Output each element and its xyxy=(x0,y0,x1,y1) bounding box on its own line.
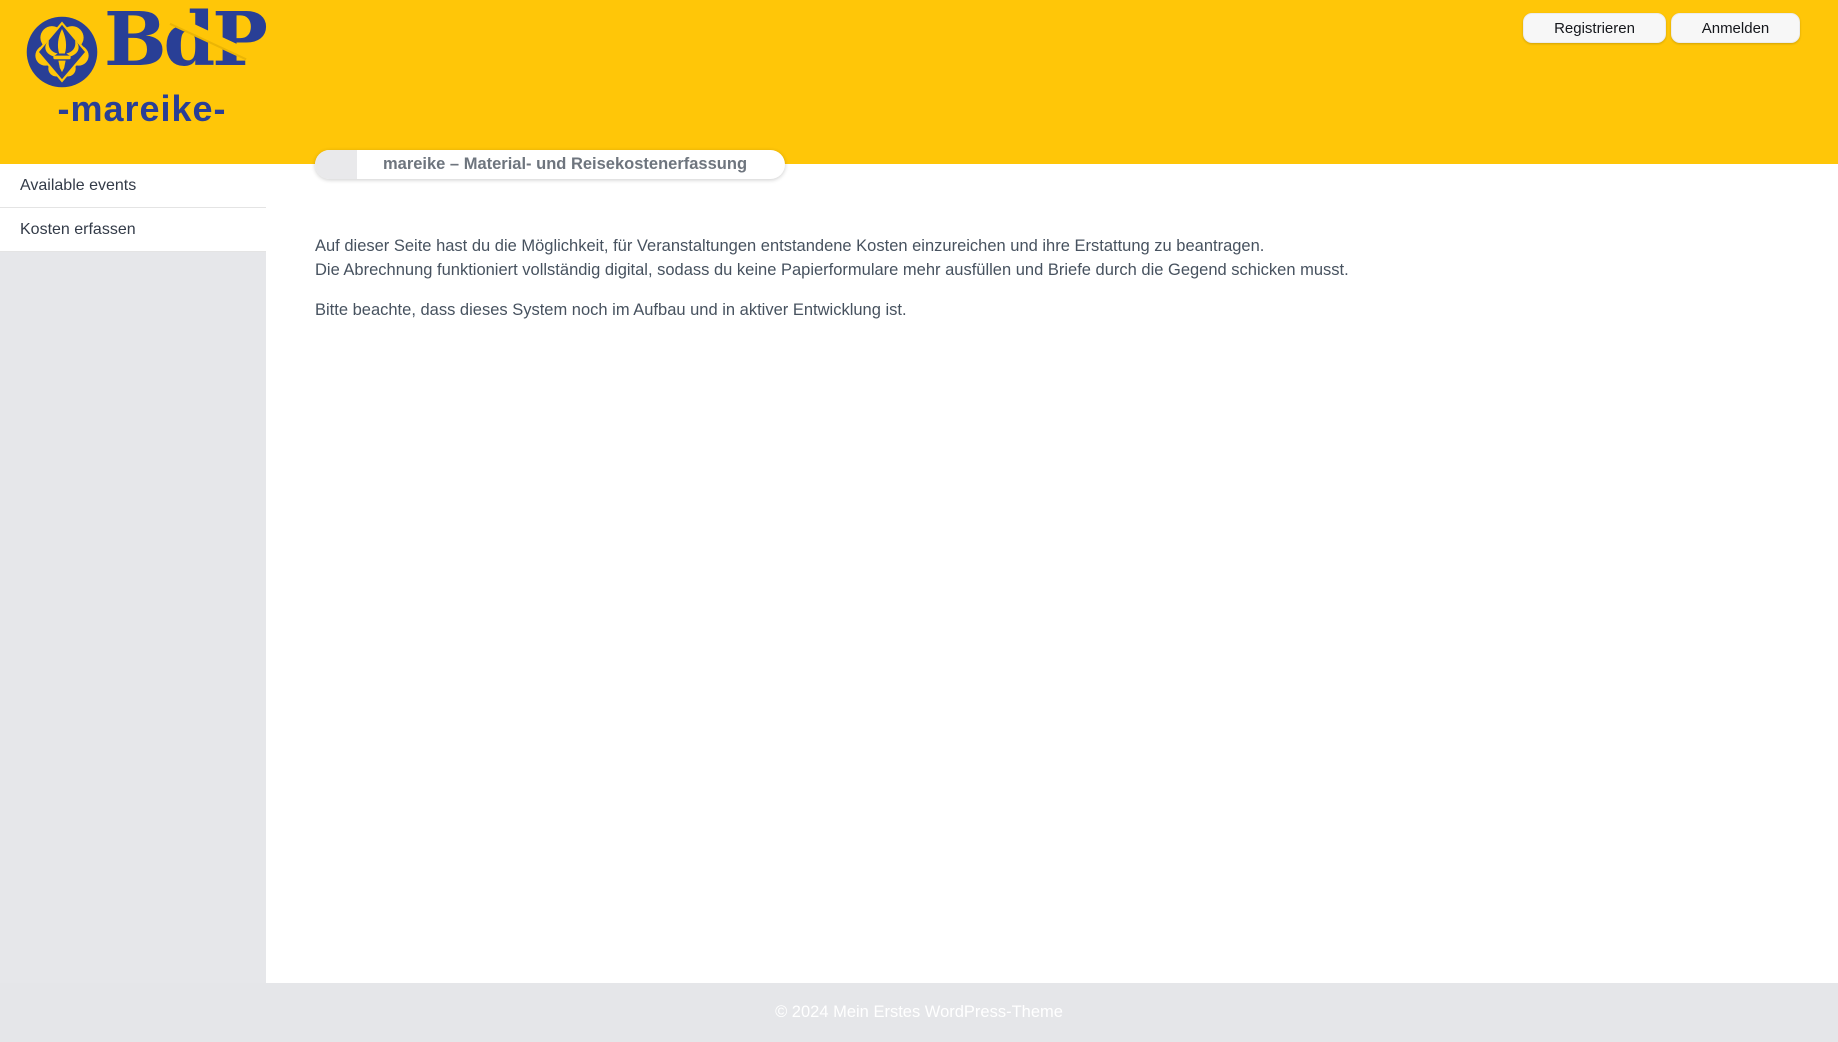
notice-paragraph: Bitte beachte, dass dieses System noch i… xyxy=(315,298,1349,322)
page-title-tab: mareike – Material- und Reisekostenerfas… xyxy=(315,150,785,179)
intro-line-2: Die Abrechnung funktioniert vollständig … xyxy=(315,258,1349,282)
bdp-emblem-icon xyxy=(26,16,98,93)
copyright-text: © 2024 Mein Erstes WordPress-Theme xyxy=(775,1003,1063,1022)
login-button[interactable]: Anmelden xyxy=(1671,13,1800,43)
sidebar-item-label: Available events xyxy=(20,177,136,195)
sidebar-item-label: Kosten erfassen xyxy=(20,221,136,239)
page-title: mareike – Material- und Reisekostenerfas… xyxy=(357,155,785,174)
app-header: BdP -mareike- Registrieren Anmelden xyxy=(0,0,1838,164)
sidebar: Available events Kosten erfassen xyxy=(0,164,266,983)
page-body-text: Auf dieser Seite hast du die Möglichkeit… xyxy=(315,234,1349,322)
sidebar-item-kosten-erfassen[interactable]: Kosten erfassen xyxy=(0,208,266,252)
tab-handle xyxy=(315,150,357,179)
intro-paragraph: Auf dieser Seite hast du die Möglichkeit… xyxy=(315,234,1349,282)
intro-line-1: Auf dieser Seite hast du die Möglichkeit… xyxy=(315,234,1349,258)
footer: © 2024 Mein Erstes WordPress-Theme xyxy=(0,983,1838,1042)
sidebar-item-available-events[interactable]: Available events xyxy=(0,164,266,208)
site-logo-link[interactable]: BdP -mareike- xyxy=(0,0,270,150)
register-button[interactable]: Registrieren xyxy=(1523,13,1666,43)
bdp-wordmark: BdP xyxy=(104,0,265,88)
mareike-wordmark: -mareike- xyxy=(28,90,256,128)
